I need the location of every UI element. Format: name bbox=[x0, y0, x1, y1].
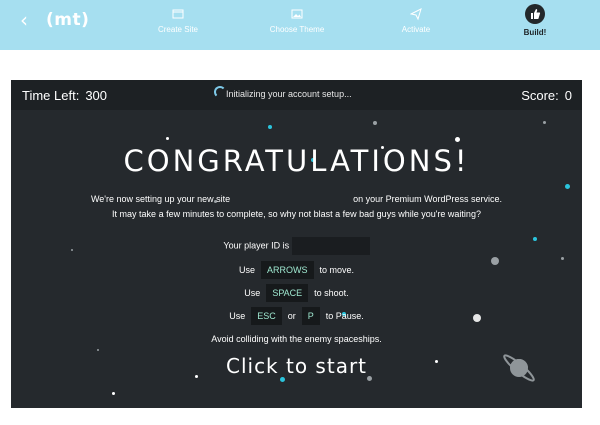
step-choose-theme[interactable]: Choose Theme bbox=[247, 7, 347, 34]
p-key: P bbox=[301, 307, 320, 325]
setup-message-line2: It may take a few minutes to complete, s… bbox=[112, 209, 481, 219]
instruction-pause: Use ESC or Pto Pause. bbox=[11, 307, 582, 325]
step-label: Choose Theme bbox=[269, 25, 325, 34]
star bbox=[97, 349, 99, 351]
arrows-key: ARROWS bbox=[261, 261, 314, 279]
pause-text: to Pause. bbox=[325, 311, 364, 321]
star bbox=[112, 392, 115, 395]
or-word: or bbox=[287, 311, 296, 321]
browser-window-icon bbox=[172, 9, 184, 19]
logo[interactable]: (mt) bbox=[46, 10, 89, 30]
setup-message-line1: We're now setting up your new site on yo… bbox=[11, 194, 582, 205]
time-left-label: Time Left: bbox=[22, 88, 80, 103]
wizard-top-bar: ‹ (mt) Create Site Choose Theme Activate… bbox=[0, 0, 600, 50]
step-label: Create Site bbox=[157, 25, 199, 34]
step-build[interactable]: Build! bbox=[485, 4, 585, 37]
redacted-site-name bbox=[233, 195, 351, 205]
congratulations-heading: CONGRATULATIONS! bbox=[123, 144, 470, 178]
score-label: Score: bbox=[521, 88, 559, 103]
star bbox=[543, 121, 546, 124]
shoot-text: to shoot. bbox=[314, 288, 349, 298]
game-hud: Time Left: 300 Initializing your account … bbox=[11, 80, 582, 110]
click-to-start-button[interactable]: Click to start bbox=[11, 354, 582, 378]
space-key: SPACE bbox=[266, 284, 309, 302]
chevron-left-icon[interactable]: ‹ bbox=[20, 10, 28, 30]
step-create-site[interactable]: Create Site bbox=[128, 7, 228, 34]
setup-status-text: Initializing your account setup... bbox=[226, 89, 352, 99]
esc-key: ESC bbox=[251, 307, 282, 325]
line1-pre: We're now setting up your new site bbox=[90, 194, 231, 204]
star bbox=[455, 137, 460, 142]
time-left-value: 300 bbox=[85, 88, 108, 103]
paper-plane-icon bbox=[410, 8, 422, 21]
instruction-shoot: Use SPACE to shoot. bbox=[11, 284, 582, 302]
step-activate[interactable]: Activate bbox=[366, 7, 466, 34]
player-id-label: Your player ID is bbox=[223, 240, 290, 251]
step-label: Build! bbox=[523, 28, 547, 37]
use-word: Use bbox=[229, 311, 246, 321]
player-id-line: Your player ID is bbox=[11, 237, 582, 255]
star bbox=[565, 184, 570, 189]
thumbs-up-icon bbox=[525, 4, 545, 24]
time-left: Time Left: 300 bbox=[22, 88, 107, 103]
redacted-player-id bbox=[291, 237, 370, 255]
score: Score: 0 bbox=[521, 88, 572, 103]
instruction-move: Use ARROWS to move. bbox=[11, 261, 582, 279]
score-value: 0 bbox=[564, 88, 572, 103]
loading-spinner-icon bbox=[214, 86, 226, 98]
step-label: Activate bbox=[401, 25, 431, 34]
star bbox=[268, 125, 272, 129]
game-canvas[interactable]: Time Left: 300 Initializing your account … bbox=[11, 80, 582, 408]
use-word: Use bbox=[238, 265, 255, 275]
star bbox=[561, 257, 564, 260]
line1-post: on your Premium WordPress service. bbox=[353, 194, 503, 204]
star bbox=[166, 137, 169, 140]
star bbox=[373, 121, 377, 125]
move-text: to move. bbox=[319, 265, 355, 275]
image-icon bbox=[291, 9, 303, 19]
avoid-instruction: Avoid colliding with the enemy spaceship… bbox=[211, 334, 382, 344]
use-word: Use bbox=[244, 288, 261, 298]
